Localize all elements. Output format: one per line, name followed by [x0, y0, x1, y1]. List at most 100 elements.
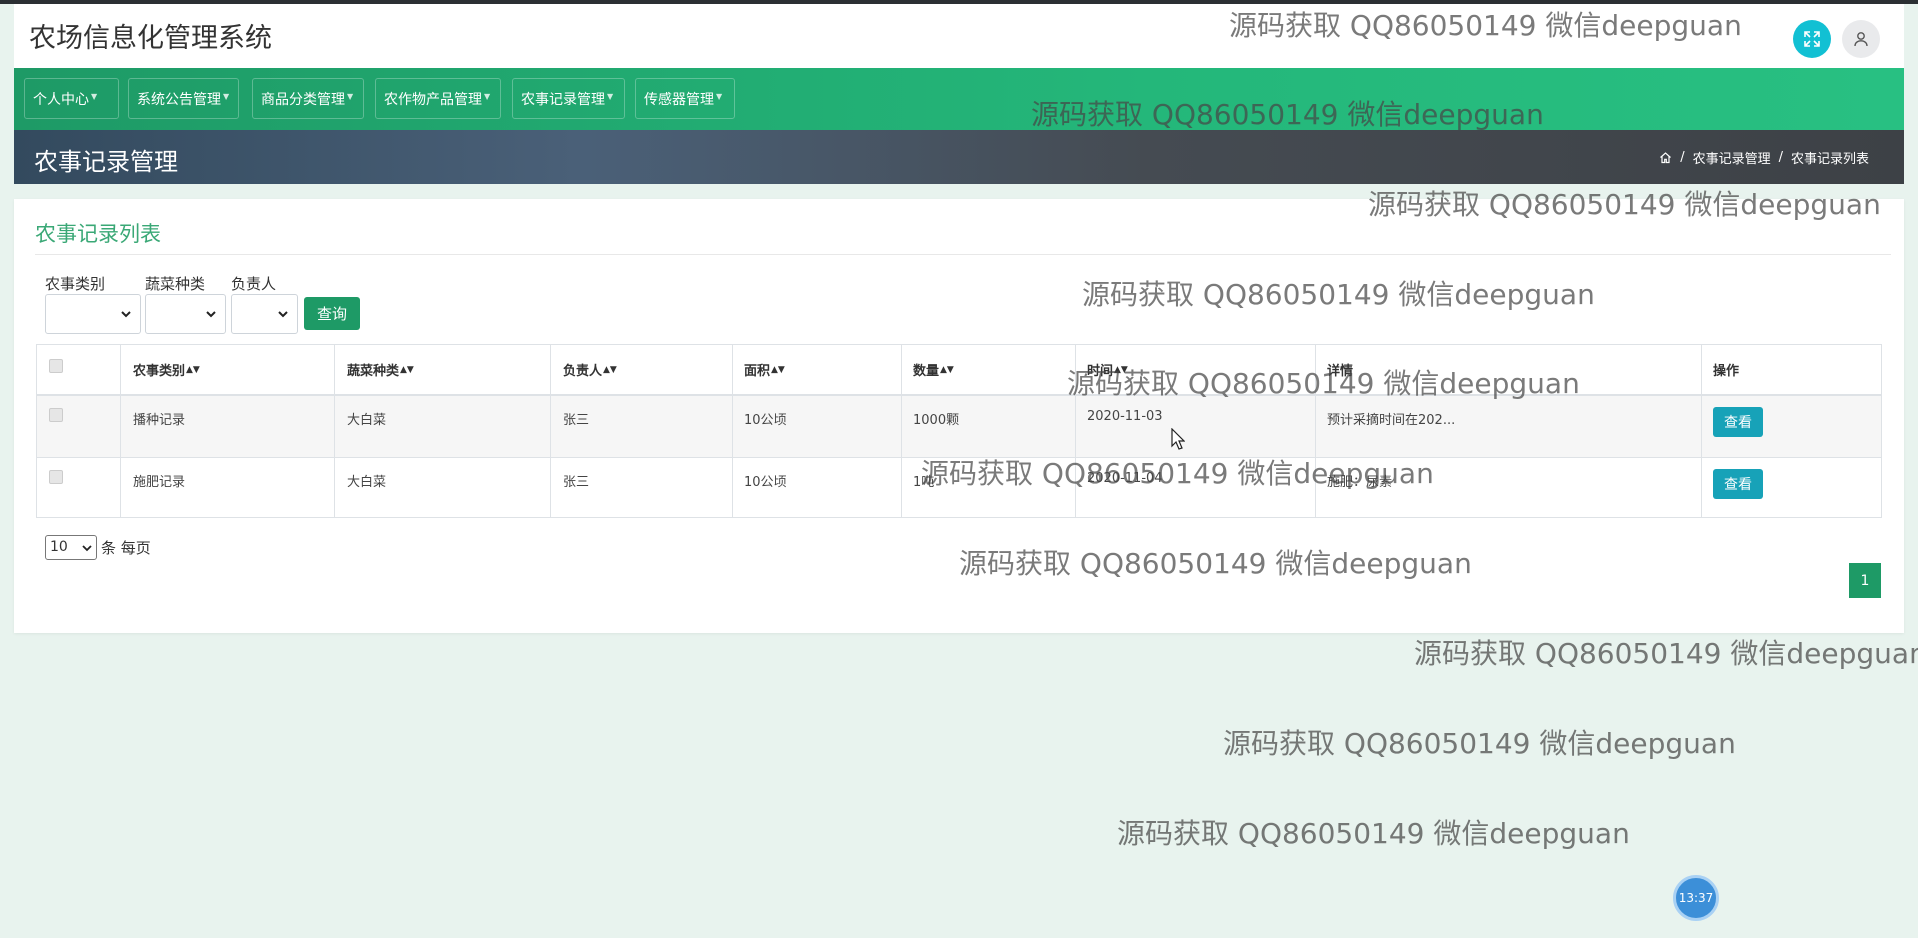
select-all-checkbox[interactable]	[49, 359, 63, 373]
column-divider	[1701, 345, 1702, 517]
chevron-down-icon	[278, 311, 288, 318]
cell-category: 施肥记录	[133, 475, 186, 490]
nav-item-crop-products[interactable]: 农作物产品管理 ▼	[375, 78, 501, 119]
nav-item-farm-records[interactable]: 农事记录管理 ▼	[512, 78, 625, 119]
breadcrumb-item-farm-records[interactable]: 农事记录管理	[1693, 148, 1771, 167]
row-checkbox[interactable]	[49, 408, 63, 422]
column-header-time[interactable]: 时间 ▲▼	[1087, 345, 1128, 394]
cell-quantity: 1吨	[913, 475, 935, 490]
category-select[interactable]	[45, 294, 141, 334]
sort-icon: ▲▼	[400, 364, 414, 375]
app-title: 农场信息化管理系统	[29, 23, 272, 54]
card-divider	[35, 254, 1891, 255]
view-button[interactable]: 查看	[1713, 407, 1763, 437]
nav-item-label: 农事记录管理	[521, 91, 605, 108]
cell-category: 播种记录	[133, 413, 186, 428]
nav-item-label: 个人中心	[33, 91, 89, 108]
column-header-quantity[interactable]: 数量 ▲▼	[913, 345, 954, 394]
watermark-text: 源码获取 QQ86050149 微信deepguan	[1117, 817, 1630, 850]
nav-item-product-categories[interactable]: 商品分类管理 ▼	[252, 78, 364, 119]
page-button-current[interactable]: 1	[1849, 563, 1881, 598]
sort-icon: ▲▼	[186, 364, 200, 375]
caret-down-icon: ▼	[91, 92, 98, 101]
cell-owner: 张三	[563, 475, 590, 490]
sort-icon: ▲▼	[1114, 364, 1128, 375]
column-divider	[550, 345, 551, 517]
expand-icon	[1804, 31, 1820, 47]
watermark-text: 源码获取 QQ86050149 微信deepguan	[1414, 637, 1918, 670]
column-header-label: 数量	[913, 364, 940, 379]
owner-select[interactable]	[231, 294, 298, 334]
row-divider	[37, 457, 1881, 458]
column-divider	[1075, 345, 1076, 517]
nav-item-sensors[interactable]: 传感器管理 ▼	[635, 78, 735, 119]
records-card: 农事记录列表 农事类别 蔬菜种类 负责人 查询 农事类别 ▲▼ 蔬菜种类 ▲▼ 负责…	[14, 199, 1904, 633]
nav-item-label: 商品分类管理	[261, 91, 345, 108]
view-button[interactable]: 查看	[1713, 469, 1763, 499]
sort-icon: ▲▼	[603, 364, 617, 375]
page-size-value: 10	[50, 539, 68, 555]
cell-area: 10公顷	[744, 413, 787, 428]
watermark-text: 源码获取 QQ86050149 微信deepguan	[1223, 727, 1736, 760]
fullscreen-button[interactable]	[1793, 20, 1831, 58]
cell-time: 2020-11-04	[1087, 471, 1163, 486]
sort-icon: ▲▼	[771, 364, 785, 375]
chevron-down-icon	[121, 311, 131, 318]
breadcrumb-item-current: 农事记录列表	[1790, 152, 1869, 167]
caret-down-icon: ▼	[484, 92, 491, 101]
page-size-select[interactable]: 10	[45, 535, 97, 560]
page-title-bar: 农事记录管理 / 农事记录管理 / 农事记录列表	[14, 130, 1904, 184]
main-navbar: 个人中心 ▼ 系统公告管理 ▼ 商品分类管理 ▼ 农作物产品管理 ▼ 农事记录管理 ▼ 传…	[14, 68, 1904, 130]
vegetable-select[interactable]	[145, 294, 226, 334]
chevron-down-icon	[82, 545, 92, 552]
header-divider	[37, 394, 1881, 396]
per-page-label: 条 每页	[101, 539, 151, 557]
card-title: 农事记录列表	[35, 222, 161, 246]
nav-item-announcements[interactable]: 系统公告管理 ▼	[128, 78, 239, 119]
column-divider	[120, 345, 121, 517]
cell-owner: 张三	[563, 413, 590, 428]
column-header-category[interactable]: 农事类别 ▲▼	[133, 345, 200, 394]
cell-time: 2020-11-03	[1087, 409, 1163, 424]
sort-icon: ▲▼	[940, 364, 954, 375]
nav-item-label: 系统公告管理	[137, 91, 221, 108]
home-icon[interactable]	[1659, 151, 1672, 164]
breadcrumb-separator: /	[1680, 150, 1685, 165]
column-divider	[334, 345, 335, 517]
column-header-area[interactable]: 面积 ▲▼	[744, 345, 785, 394]
cell-vegetable: 大白菜	[347, 475, 387, 490]
caret-down-icon: ▼	[223, 92, 230, 101]
column-header-label: 面积	[744, 364, 771, 379]
nav-item-label: 农作物产品管理	[384, 91, 482, 108]
row-checkbox[interactable]	[49, 470, 63, 484]
caret-down-icon: ▼	[607, 92, 614, 101]
cell-vegetable: 大白菜	[347, 413, 387, 428]
query-button[interactable]: 查询	[304, 297, 360, 330]
cell-detail: 预计采摘时间在202...	[1327, 413, 1456, 428]
filter-label-vegetable: 蔬菜种类	[145, 275, 206, 293]
user-menu-button[interactable]	[1842, 20, 1880, 58]
column-header-label: 农事类别	[133, 364, 186, 379]
caret-down-icon: ▼	[716, 92, 723, 101]
column-header-owner[interactable]: 负责人 ▲▼	[563, 345, 617, 394]
column-header-detail: 详情	[1327, 364, 1354, 379]
column-divider	[1315, 345, 1316, 517]
mouse-cursor-icon	[1171, 428, 1185, 450]
cell-area: 10公顷	[744, 475, 787, 490]
nav-item-label: 传感器管理	[644, 91, 714, 108]
page-title: 农事记录管理	[34, 148, 178, 176]
breadcrumb-separator: /	[1778, 150, 1783, 165]
app-header: 农场信息化管理系统	[14, 4, 1904, 68]
chevron-down-icon	[206, 311, 216, 318]
cell-detail: 施肥：尿素	[1327, 475, 1393, 490]
caret-down-icon: ▼	[347, 92, 354, 101]
column-divider	[901, 345, 902, 517]
nav-item-personal-center[interactable]: 个人中心 ▼	[24, 78, 119, 119]
column-header-label: 蔬菜种类	[347, 364, 400, 379]
filter-label-owner: 负责人	[231, 275, 277, 293]
column-divider	[732, 345, 733, 517]
column-header-label: 时间	[1087, 364, 1114, 379]
column-header-vegetable[interactable]: 蔬菜种类 ▲▼	[347, 345, 414, 394]
breadcrumb: / 农事记录管理 / 农事记录列表	[1659, 148, 1869, 167]
floating-clock-widget[interactable]: 13:37	[1673, 875, 1719, 921]
